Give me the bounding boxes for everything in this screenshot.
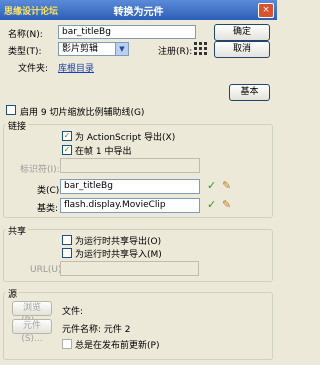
source-group-title: 源 [6, 287, 20, 300]
type-label: 类型(T): [8, 47, 42, 57]
folder-label: 文件夹: [18, 64, 49, 74]
scale9-checkbox[interactable] [6, 105, 16, 115]
export-first-frame-label: 在帧 1 中导出 [75, 147, 132, 157]
edit-pencil-icon[interactable]: ✎ [222, 179, 231, 192]
scale9-label: 启用 9 切片缩放比例辅助线(G) [20, 108, 145, 118]
watermark: 思缘设计论坛 [4, 7, 59, 17]
checkmark-icon: ✓ [63, 131, 71, 140]
validate-check-icon[interactable]: ✓ [207, 198, 216, 211]
export-actionscript-checkbox[interactable]: ✓ [62, 131, 72, 141]
browse-button[interactable]: 浏览(B)... [12, 301, 52, 326]
registration-label: 注册(R): [158, 47, 193, 57]
edit-pencil-icon[interactable]: ✎ [222, 198, 231, 211]
validate-check-icon[interactable]: ✓ [207, 179, 216, 192]
import-runtime-checkbox[interactable] [62, 248, 72, 258]
base-class-label: 基类: [37, 204, 59, 214]
symbol-name-label: 元件名称: 元件 2 [62, 325, 131, 335]
name-input[interactable]: bar_titleBg [58, 25, 196, 39]
sharing-group-title: 共享 [6, 224, 29, 237]
ok-button[interactable]: 确定 [214, 24, 270, 41]
identifier-label: 标识符(I): [20, 165, 60, 175]
close-button[interactable]: × [258, 3, 274, 18]
always-update-label: 总是在发布前更新(P) [75, 341, 160, 351]
export-runtime-label: 为运行时共享导出(O) [75, 237, 162, 247]
url-input[interactable] [60, 261, 199, 276]
type-select[interactable]: 影片剪辑 ▼ [58, 42, 129, 56]
linkage-group-title: 链接 [6, 119, 29, 132]
cancel-button[interactable]: 取消 [214, 41, 270, 58]
import-runtime-label: 为运行时共享导入(M) [75, 250, 162, 260]
type-select-value: 影片剪辑 [62, 44, 99, 54]
always-update-checkbox[interactable] [62, 339, 72, 349]
identifier-input[interactable] [60, 158, 200, 173]
registration-grid-icon[interactable] [194, 42, 207, 55]
symbol-button[interactable]: 元件(S)... [12, 319, 52, 344]
name-label: 名称(N): [8, 30, 43, 40]
folder-link[interactable]: 库根目录 [58, 61, 94, 74]
export-runtime-checkbox[interactable] [62, 235, 72, 245]
file-label: 文件: [62, 307, 84, 317]
export-first-frame-checkbox[interactable]: ✓ [62, 145, 72, 155]
base-class-input[interactable]: flash.display.MovieClip [60, 198, 200, 213]
basic-button[interactable]: 基本 [229, 84, 270, 101]
class-input[interactable]: bar_titleBg [60, 179, 200, 194]
chevron-down-icon: ▼ [115, 43, 128, 55]
class-label: 类(C): [37, 186, 63, 196]
export-actionscript-label: 为 ActionScript 导出(X) [75, 133, 176, 143]
checkmark-icon: ✓ [63, 145, 71, 154]
